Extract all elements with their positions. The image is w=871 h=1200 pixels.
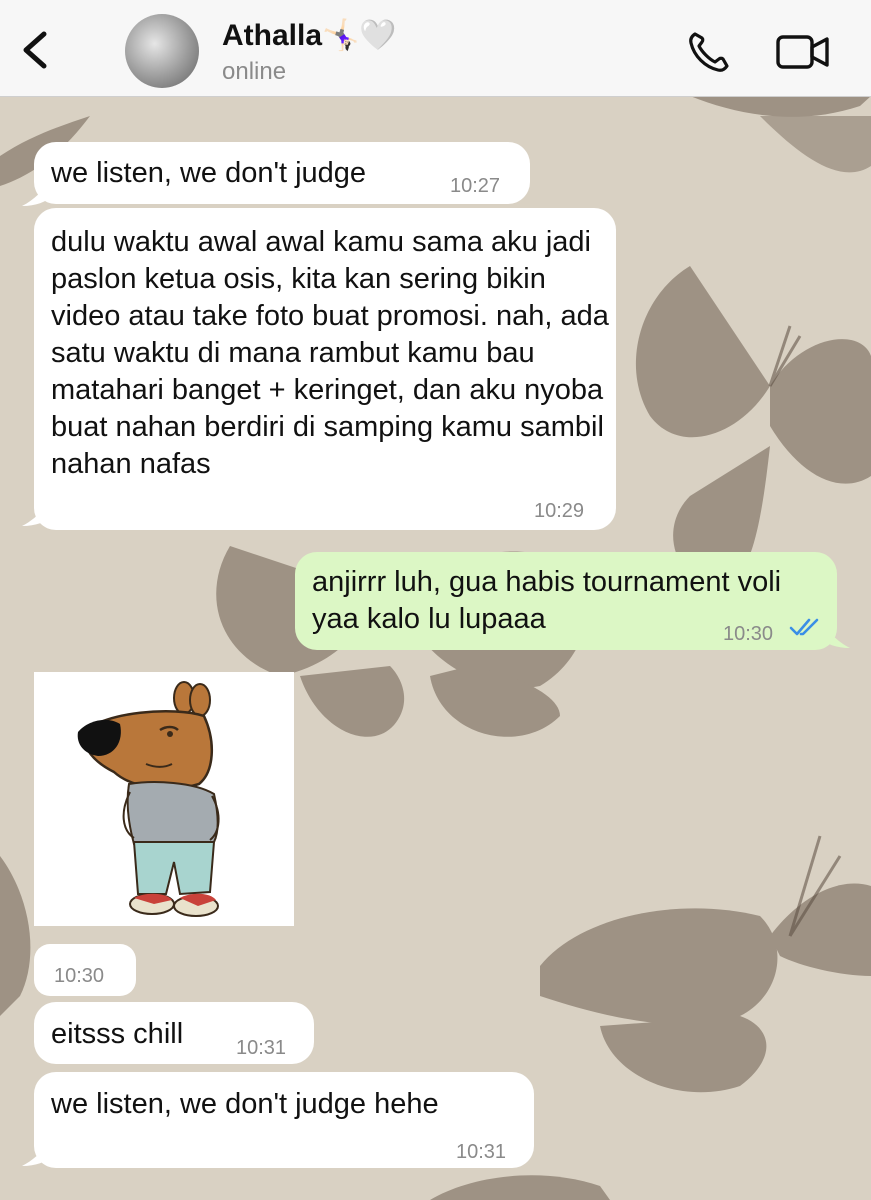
message-text: eitsss chill (51, 1018, 184, 1050)
message-time: 10:31 (236, 1037, 287, 1059)
message-text: we listen, we don't judge (51, 157, 367, 189)
chat-header: Athalla🤸🏻‍♀️🤍 online (0, 0, 871, 97)
double-check-read-icon (789, 618, 819, 636)
contact-avatar[interactable] (125, 14, 199, 88)
bear-in-sweater-sticker[interactable] (34, 672, 294, 926)
message-bubble[interactable]: anjirrr luh, gua habis tournament voli y… (295, 552, 837, 650)
sticker-image (77, 681, 220, 917)
sticker-time-bubble: 10:30 (34, 944, 136, 996)
message-time: 10:30 (723, 623, 774, 645)
message-time: 10:29 (534, 500, 585, 522)
message-bubble[interactable]: we listen, we don't judge hehe 10:31 (34, 1072, 534, 1168)
phone-icon[interactable] (685, 28, 733, 76)
message-time: 10:31 (456, 1141, 507, 1163)
contact-name[interactable]: Athalla🤸🏻‍♀️🤍 (222, 18, 397, 53)
message-text: we listen, we don't judge hehe (51, 1088, 439, 1120)
contact-status: online (222, 58, 287, 85)
message-time: 10:27 (450, 175, 501, 197)
message-bubble[interactable]: eitsss chill 10:31 (34, 1002, 314, 1064)
message-time: 10:30 (54, 965, 105, 987)
video-camera-icon[interactable] (775, 32, 831, 72)
message-text: dulu waktu awal awal kamu sama aku jadi … (51, 226, 609, 480)
back-chevron-icon[interactable] (14, 28, 54, 72)
message-bubble[interactable]: dulu waktu awal awal kamu sama aku jadi … (34, 208, 616, 530)
message-bubble[interactable]: we listen, we don't judge 10:27 (34, 142, 530, 204)
